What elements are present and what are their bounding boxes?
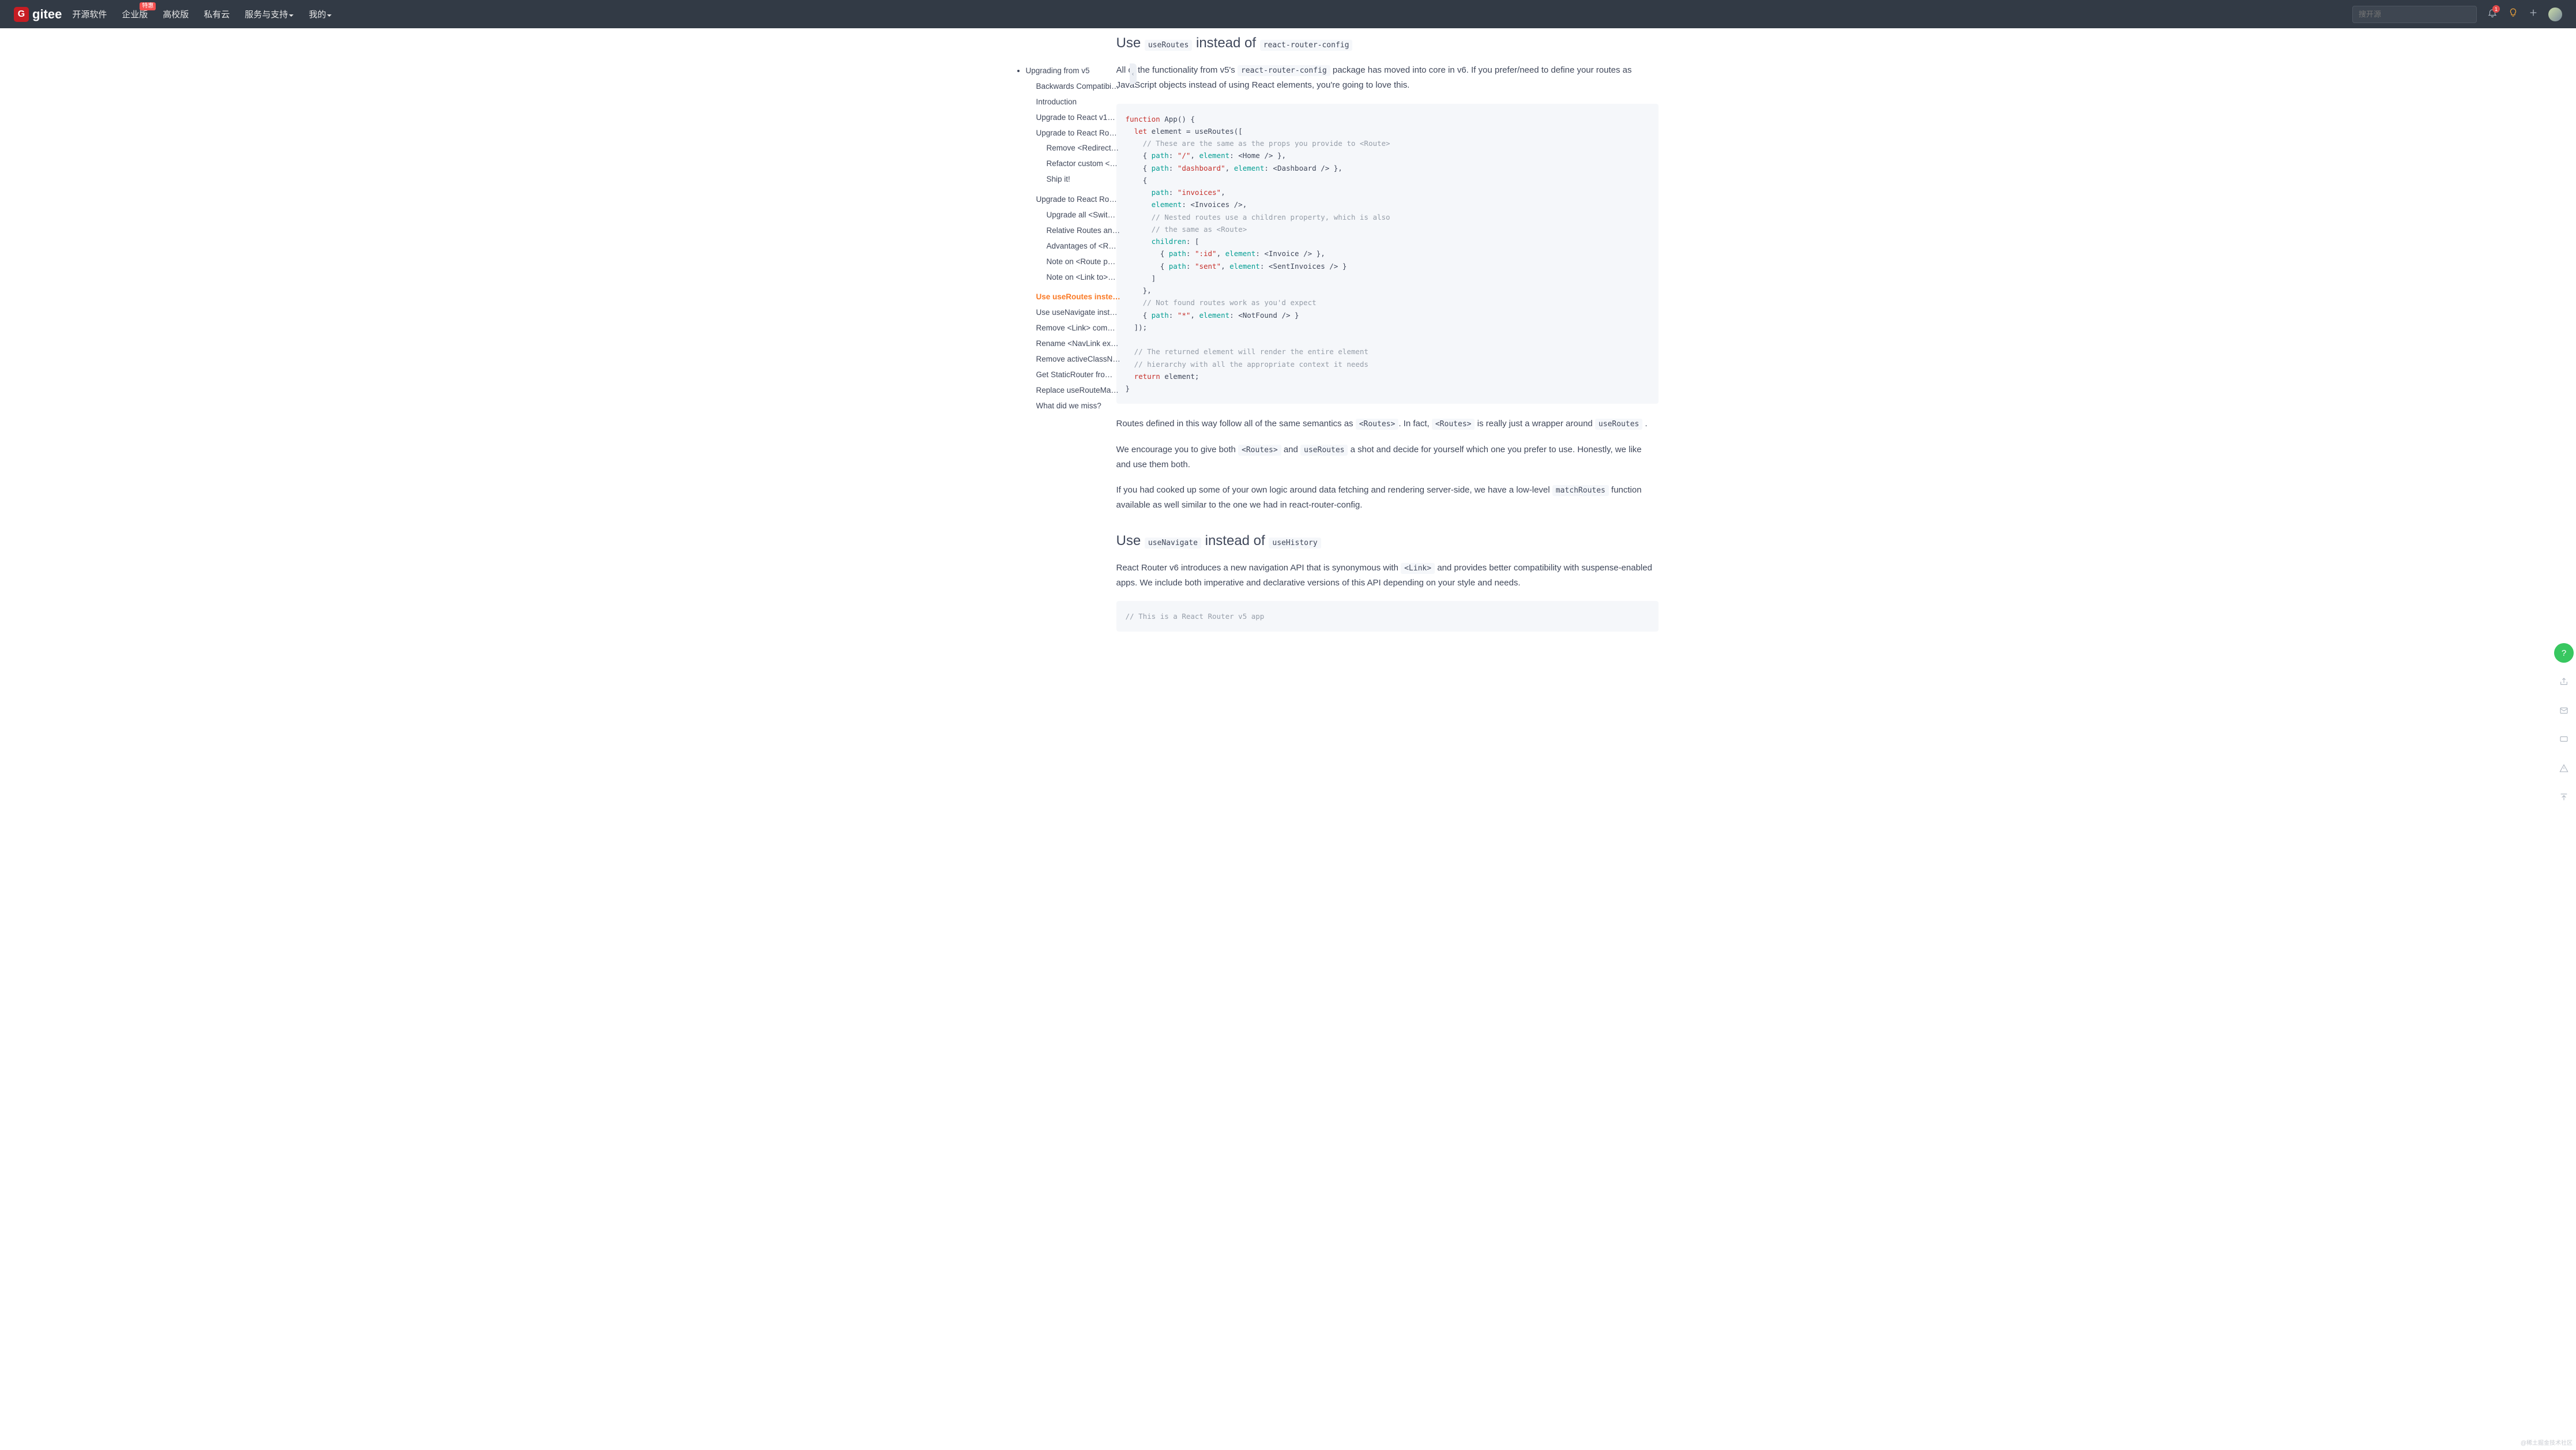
inline-code: useRoutes bbox=[1595, 419, 1642, 430]
inline-code: <Routes> bbox=[1432, 419, 1475, 430]
top-header: G gitee 开源软件 企业版特惠 高校版 私有云 服务与支持 我的 1 bbox=[0, 0, 2576, 28]
sidebar-item[interactable]: Replace useRouteMa… bbox=[1036, 385, 1123, 396]
heading-useRoutes: Use useRoutes instead of react-router-co… bbox=[1116, 35, 1659, 51]
nav-private[interactable]: 私有云 bbox=[204, 8, 230, 20]
sidebar-subitem[interactable]: Advantages of <R… bbox=[1047, 241, 1123, 252]
notification-badge: 1 bbox=[2492, 5, 2500, 13]
sidebar: ‹ Upgrading from v5 Backwards Compatibi…… bbox=[1010, 57, 1133, 696]
paragraph: All of the functionality from v5's react… bbox=[1116, 63, 1659, 93]
plus-icon[interactable] bbox=[2529, 8, 2538, 20]
sidebar-item[interactable]: Upgrade to React Ro… Remove <Redirect… R… bbox=[1036, 128, 1123, 190]
inline-code: useRoutes bbox=[1300, 445, 1348, 456]
inline-code: useHistory bbox=[1269, 538, 1321, 549]
sidebar-subitem[interactable]: Ship it! bbox=[1047, 174, 1123, 185]
help-button[interactable]: ? bbox=[2554, 643, 2574, 663]
inline-code: react-router-config bbox=[1238, 65, 1330, 76]
chevron-down-icon bbox=[289, 14, 294, 19]
inline-code: matchRoutes bbox=[1552, 485, 1609, 496]
paragraph: React Router v6 introduces a new navigat… bbox=[1116, 561, 1659, 591]
mail-icon[interactable] bbox=[2554, 701, 2574, 720]
logo[interactable]: G gitee bbox=[14, 7, 62, 22]
heading-useNavigate: Use useNavigate instead of useHistory bbox=[1116, 533, 1659, 549]
sidebar-item[interactable]: Introduction bbox=[1036, 97, 1123, 108]
logo-icon: G bbox=[14, 7, 29, 22]
sidebar-item[interactable]: Upgrade to React Ro… Upgrade all <Swit… … bbox=[1036, 194, 1123, 287]
nav-enterprise[interactable]: 企业版特惠 bbox=[122, 8, 148, 20]
nav-education[interactable]: 高校版 bbox=[163, 8, 189, 20]
chat-icon[interactable] bbox=[2554, 730, 2574, 749]
inline-code: useRoutes bbox=[1145, 40, 1192, 51]
logo-text: gitee bbox=[32, 7, 62, 22]
header-right: 1 bbox=[2352, 6, 2562, 23]
code-block: function App() { let element = useRoutes… bbox=[1116, 104, 1659, 404]
sidebar-item[interactable]: Get StaticRouter fro… bbox=[1036, 370, 1123, 381]
inline-code: <Link> bbox=[1401, 563, 1435, 574]
sidebar-item[interactable]: Remove activeClassN… bbox=[1036, 354, 1123, 365]
sidebar-item[interactable]: Backwards Compatibi… bbox=[1036, 81, 1123, 92]
top-nav: 开源软件 企业版特惠 高校版 私有云 服务与支持 我的 bbox=[72, 8, 332, 20]
inline-code: <Routes> bbox=[1238, 445, 1281, 456]
paragraph: If you had cooked up some of your own lo… bbox=[1116, 483, 1659, 513]
sidebar-root[interactable]: Upgrading from v5 Backwards Compatibi… I… bbox=[1026, 66, 1133, 412]
sidebar-subitem[interactable]: Relative Routes an… bbox=[1047, 226, 1123, 236]
sidebar-subitem[interactable]: Note on <Link to>… bbox=[1047, 272, 1123, 283]
sidebar-item[interactable]: Rename <NavLink ex… bbox=[1036, 339, 1123, 350]
sidebar-collapse[interactable]: ‹ bbox=[1130, 63, 1137, 84]
paragraph: Routes defined in this way follow all of… bbox=[1116, 416, 1659, 431]
nav-badge: 特惠 bbox=[140, 2, 156, 10]
sidebar-item-active[interactable]: Use useRoutes inste… bbox=[1036, 292, 1123, 303]
nav-support[interactable]: 服务与支持 bbox=[245, 8, 294, 20]
sidebar-item[interactable]: Use useNavigate inst… bbox=[1036, 307, 1123, 318]
search-input[interactable] bbox=[2352, 6, 2477, 23]
code-block: // This is a React Router v5 app bbox=[1116, 601, 1659, 632]
inline-code: useNavigate bbox=[1145, 538, 1201, 549]
sidebar-subitem[interactable]: Note on <Route p… bbox=[1047, 257, 1123, 268]
share-icon[interactable] bbox=[2554, 672, 2574, 692]
sidebar-item[interactable]: Upgrade to React v1… bbox=[1036, 112, 1123, 123]
bulb-icon[interactable] bbox=[2508, 7, 2518, 21]
scroll-top-icon[interactable] bbox=[2554, 787, 2574, 807]
inline-code: react-router-config bbox=[1260, 40, 1353, 51]
watermark: @稀土掘金技术社区 bbox=[2521, 1438, 2573, 1447]
sidebar-subitem[interactable]: Remove <Redirect… bbox=[1047, 143, 1123, 154]
warning-icon[interactable] bbox=[2554, 758, 2574, 778]
sidebar-subitem[interactable]: Upgrade all <Swit… bbox=[1047, 210, 1123, 221]
nav-opensource[interactable]: 开源软件 bbox=[72, 8, 107, 20]
sidebar-item[interactable]: What did we miss? bbox=[1036, 401, 1123, 412]
nav-mine[interactable]: 我的 bbox=[309, 8, 332, 20]
sidebar-item[interactable]: Remove <Link> com… bbox=[1036, 323, 1123, 334]
header-left: G gitee 开源软件 企业版特惠 高校版 私有云 服务与支持 我的 bbox=[14, 7, 332, 22]
page: ‹ Upgrading from v5 Backwards Compatibi…… bbox=[868, 28, 1708, 667]
sidebar-subitem[interactable]: Refactor custom <… bbox=[1047, 159, 1123, 170]
right-toolbar: ? bbox=[2552, 643, 2576, 807]
bell-icon[interactable]: 1 bbox=[2487, 7, 2498, 21]
inline-code: <Routes> bbox=[1356, 419, 1399, 430]
avatar[interactable] bbox=[2548, 7, 2562, 21]
paragraph: We encourage you to give both <Routes> a… bbox=[1116, 442, 1659, 473]
chevron-down-icon bbox=[327, 14, 332, 19]
